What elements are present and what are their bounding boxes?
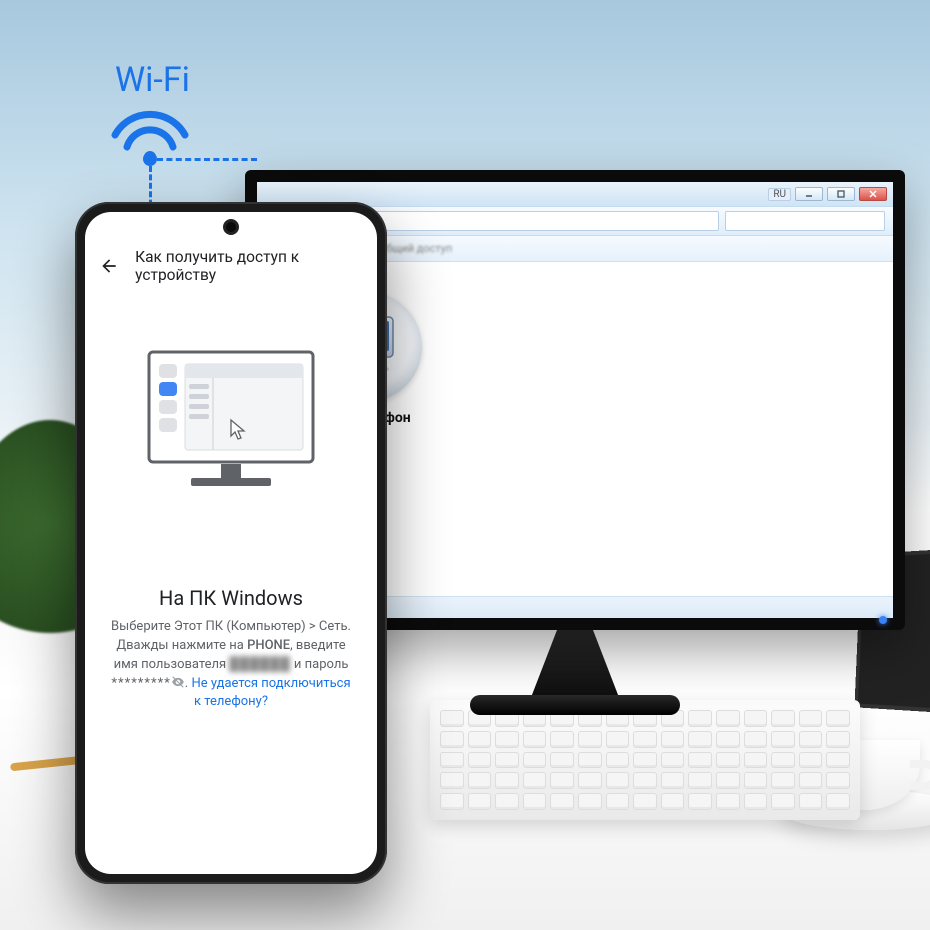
minimize-button[interactable]	[795, 187, 823, 201]
page-title: Как получить доступ к устройству	[135, 248, 363, 284]
search-box[interactable]	[725, 211, 885, 231]
arrow-left-icon	[99, 256, 119, 276]
phone-screen: Как получить доступ к устройству	[85, 212, 377, 874]
phone-keyword: PHONE	[247, 638, 290, 653]
maximize-button[interactable]	[827, 187, 855, 201]
eye-off-icon	[171, 675, 185, 689]
language-indicator[interactable]: RU	[768, 188, 791, 201]
phone: Как получить доступ к устройству	[75, 202, 387, 884]
wifi-node-dot	[143, 152, 157, 166]
username-masked: ██████	[229, 657, 290, 672]
monitor-base	[470, 695, 680, 715]
phone-header: Как получить доступ к устройству	[85, 240, 377, 292]
wifi-connector	[157, 158, 257, 161]
pc-illustration	[131, 342, 331, 516]
password-masked: *********	[111, 676, 170, 691]
text: и пароль	[291, 657, 349, 672]
close-button[interactable]	[859, 187, 887, 201]
back-button[interactable]	[99, 255, 119, 277]
wifi-label: Wi-Fi	[115, 60, 190, 100]
section-title: На ПК Windows	[85, 586, 377, 610]
keyboard	[430, 700, 860, 820]
help-link[interactable]: Не удается подключиться к телефону?	[191, 676, 350, 710]
instruction-text: Выберите Этот ПК (Компьютер) > Сеть. Два…	[85, 610, 377, 712]
toolbar-item[interactable]: Общий доступ	[379, 242, 453, 255]
